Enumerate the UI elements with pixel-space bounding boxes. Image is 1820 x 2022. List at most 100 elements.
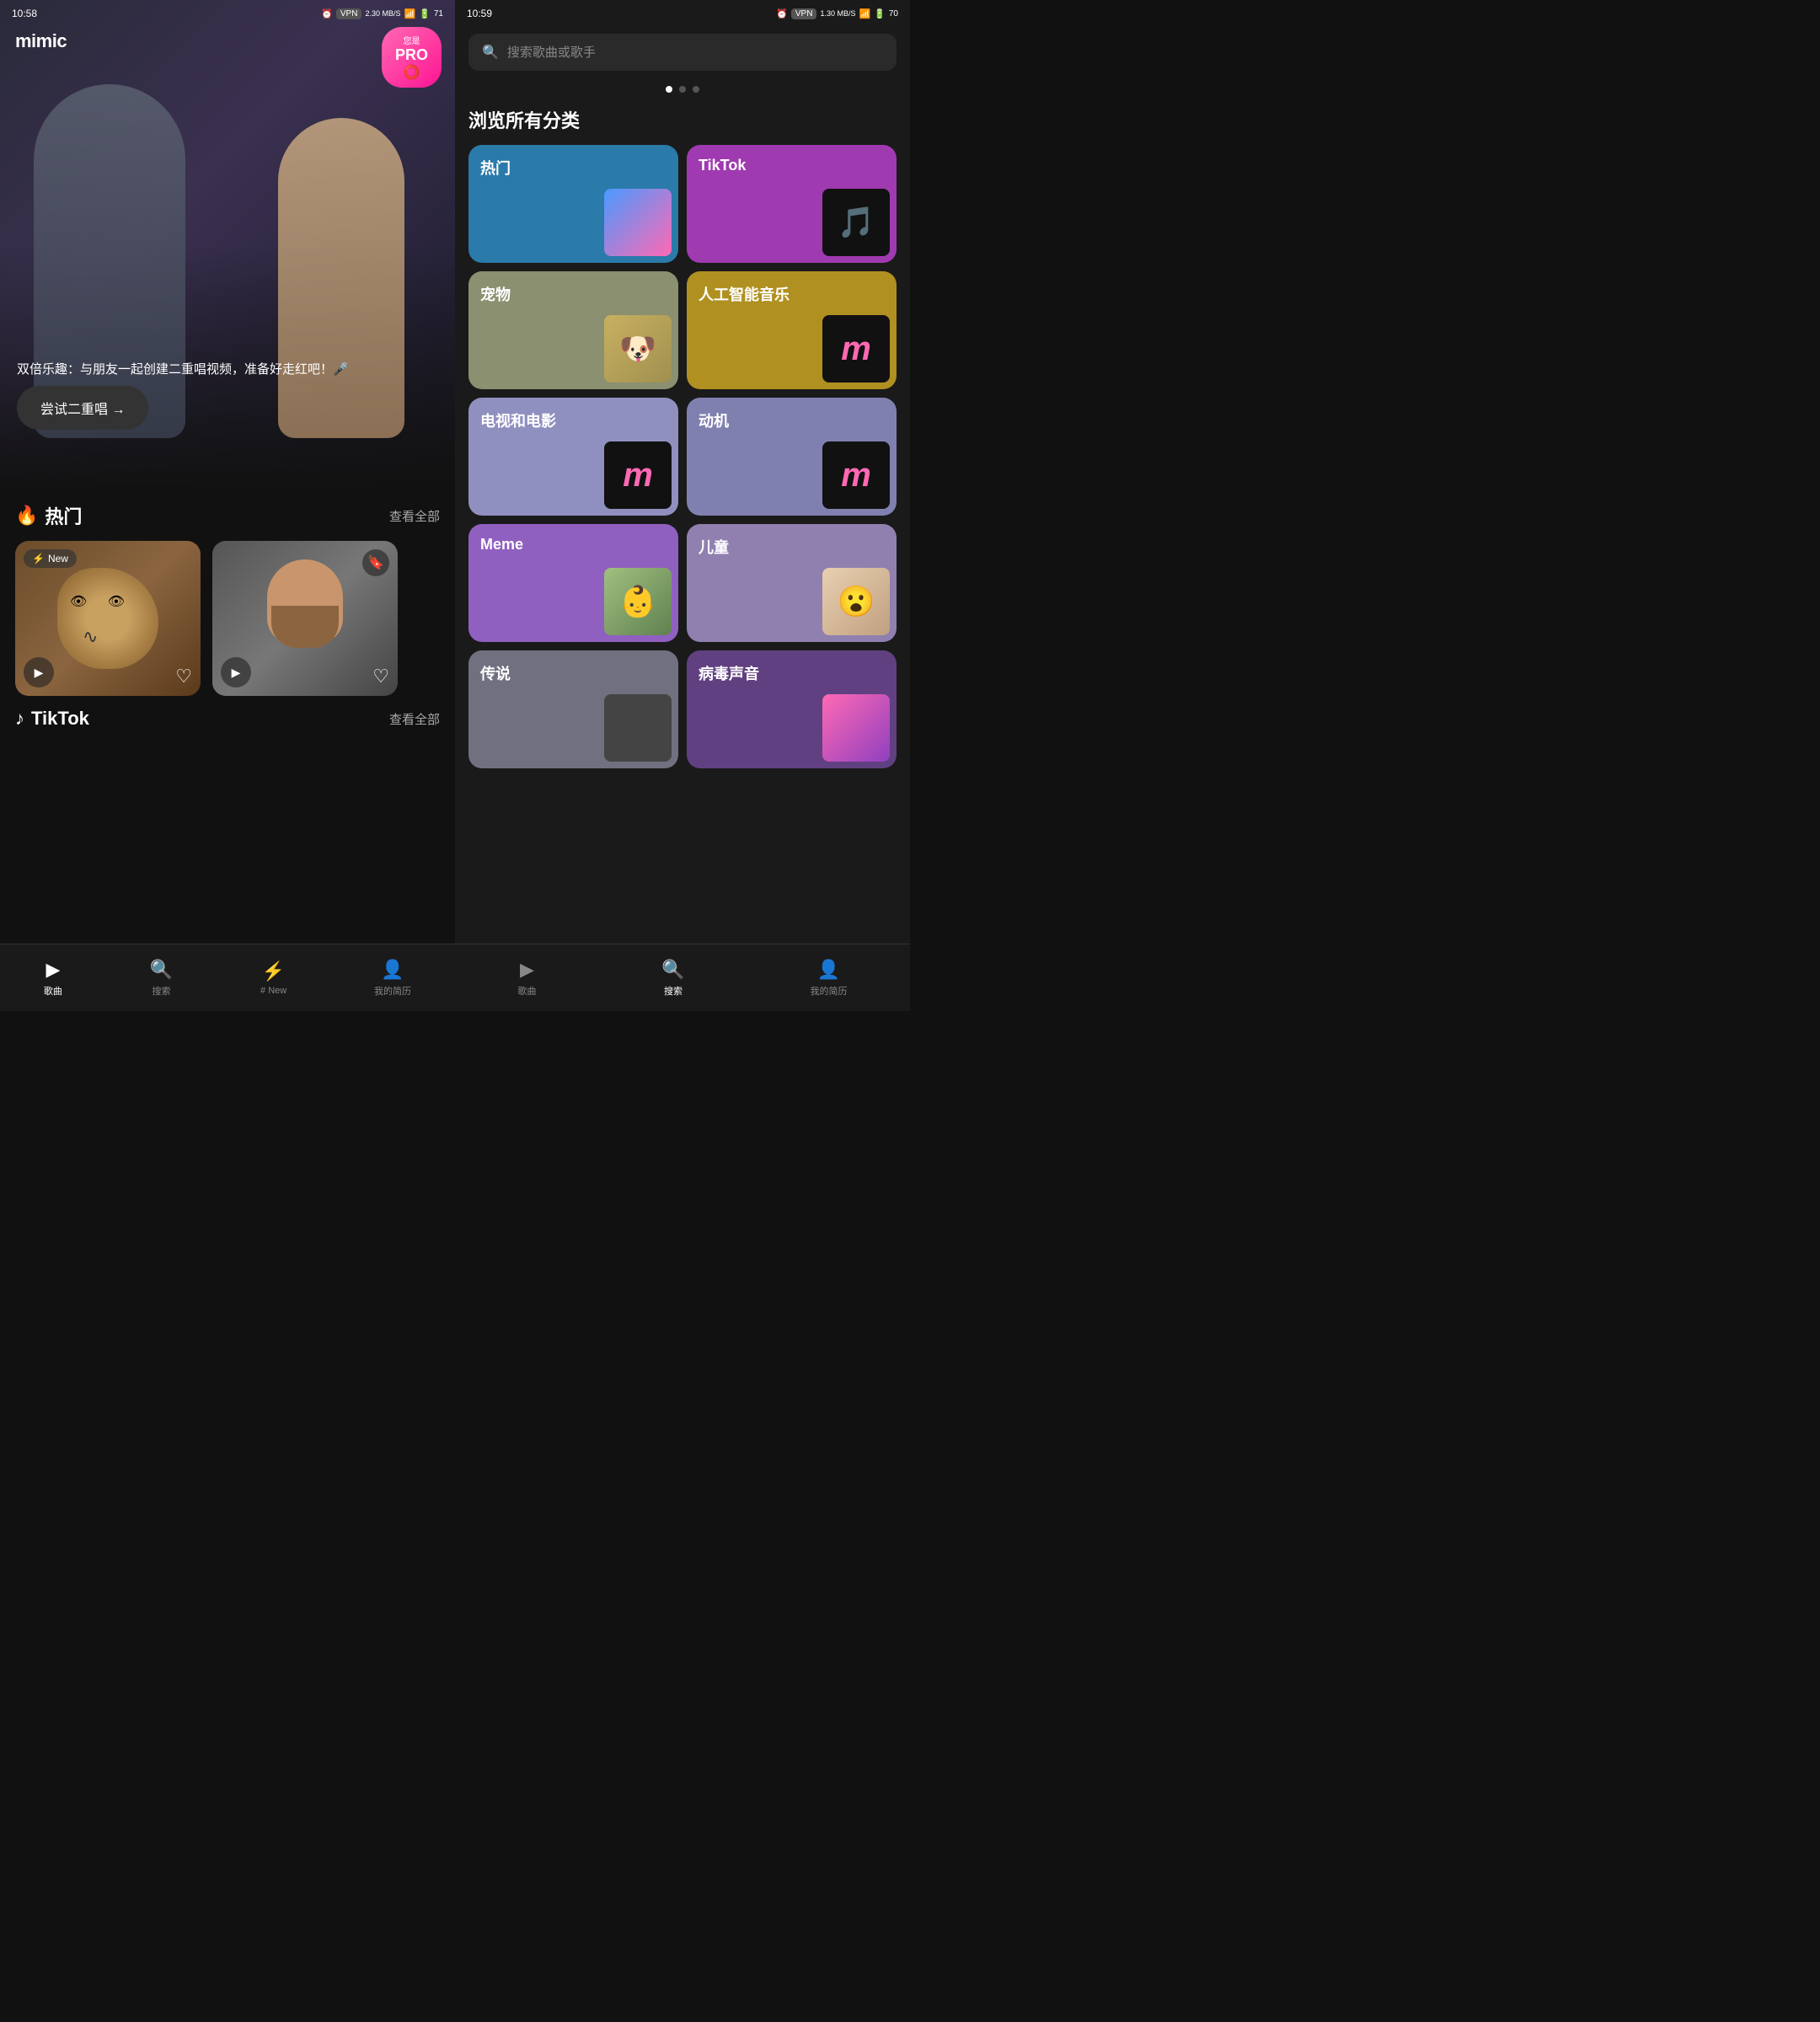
search-icon: 🔍 [482, 44, 499, 61]
cat-children-thumb: 😮 [822, 568, 890, 635]
cat-pet-thumb: 🐶 [604, 315, 672, 382]
heart-button[interactable]: ♡ [175, 666, 192, 687]
category-hot[interactable]: 热门 [468, 145, 678, 263]
motivation-m-logo: m [841, 457, 871, 495]
right-status-bar: 10:59 ⏰ VPN 1.30 MB/S 📶 🔋 70 [455, 0, 910, 27]
app-logo: mimic [15, 30, 67, 52]
pro-top-text: 您是 [403, 34, 420, 46]
signal-icon: 📶 [404, 8, 415, 19]
nav-songs[interactable]: ▶ 歌曲 [44, 959, 62, 998]
right-nav-profile-label: 我的简历 [811, 984, 848, 998]
dot-3 [693, 86, 699, 93]
hot-more-link[interactable]: 查看全部 [389, 507, 440, 525]
nav-search-label: 搜索 [152, 984, 170, 998]
man-beard [271, 606, 339, 648]
right-time: 10:59 [467, 8, 492, 19]
category-ai[interactable]: 人工智能音乐 m [687, 271, 897, 389]
category-viral[interactable]: 病毒声音 [687, 650, 897, 768]
cat-hot-thumb [604, 189, 672, 256]
new-nav-icon: ⚡ [262, 960, 285, 982]
duet-button[interactable]: 尝试二重唱 → [17, 386, 148, 430]
cat-viral-label: 病毒声音 [699, 662, 759, 684]
fire-icon: 🔥 [15, 505, 38, 527]
tiktok-section: ♪ TikTok 查看全部 [0, 696, 455, 730]
cat-movie-label: 电视和电影 [480, 409, 556, 431]
network-speed: 2.30 MB/S [365, 9, 400, 18]
tiktok-section-header: ♪ TikTok 查看全部 [15, 708, 440, 730]
hot-cards-row: ⚡ New ▶ ♡ Cotton Eye Joe Nugget [15, 541, 440, 696]
alarm-icon: ⏰ [321, 8, 333, 19]
cat-ai-thumb: m [822, 315, 890, 382]
cat-motivation-thumb: m [822, 441, 890, 509]
ai-m-logo: m [841, 330, 871, 368]
pro-label: PRO [395, 46, 428, 64]
heart-button-farting[interactable]: ♡ [372, 666, 389, 687]
dot-2 [679, 86, 686, 93]
bearded-man-character [259, 559, 351, 677]
right-search-icon: 🔍 [661, 959, 684, 981]
category-tiktok[interactable]: TikTok 🎵 [687, 145, 897, 263]
right-nav-songs-label: 歌曲 [517, 984, 536, 998]
music-note-icon: ♪ [15, 708, 24, 730]
play-button-farting[interactable]: ▶ [221, 657, 251, 687]
category-children[interactable]: 儿童 😮 [687, 524, 897, 642]
cat-movie-thumb: m [604, 441, 672, 509]
cat-legend-label: 传说 [480, 662, 511, 684]
cat-viral-thumb [822, 694, 890, 762]
right-nav-profile[interactable]: 👤 我的简历 [811, 959, 848, 998]
tiktok-more-link[interactable]: 查看全部 [389, 710, 440, 728]
hero-person-female [278, 118, 404, 438]
new-badge: ⚡ New [24, 549, 77, 568]
category-motivation[interactable]: 动机 m [687, 398, 897, 516]
right-signal-icon: 📶 [859, 8, 870, 19]
hero-person-male [34, 84, 185, 438]
left-panel: 10:58 ⏰ VPN 2.30 MB/S 📶 🔋 71 mimic 您是 PR… [0, 0, 455, 1011]
category-movie[interactable]: 电视和电影 m [468, 398, 678, 516]
man-head [267, 559, 343, 644]
left-status-bar: 10:58 ⏰ VPN 2.30 MB/S 📶 🔋 71 [0, 0, 455, 27]
search-bar[interactable]: 🔍 [468, 34, 897, 71]
battery-icon: 🔋 [419, 8, 431, 19]
nav-search[interactable]: 🔍 搜索 [150, 959, 173, 998]
play-button[interactable]: ▶ [24, 657, 54, 687]
nav-new[interactable]: ⚡ # New [260, 960, 286, 996]
nav-songs-label: 歌曲 [44, 984, 62, 998]
nav-profile-label: 我的简历 [374, 984, 411, 998]
category-pet[interactable]: 宠物 🐶 [468, 271, 678, 389]
battery-level: 71 [434, 9, 443, 19]
right-status-icons: ⏰ VPN 1.30 MB/S 📶 🔋 70 [776, 8, 898, 19]
right-profile-icon: 👤 [817, 959, 840, 981]
left-time: 10:58 [12, 8, 37, 19]
profile-nav-icon: 👤 [381, 959, 404, 981]
nugget-character [57, 568, 158, 669]
bookmark-button[interactable]: 🔖 [362, 549, 389, 576]
dots-indicator [455, 79, 910, 99]
cat-meme-label: Meme [480, 536, 523, 554]
right-nav-songs[interactable]: ▶ 歌曲 [517, 959, 536, 998]
right-songs-icon: ▶ [520, 959, 534, 981]
cat-hot-label: 热门 [480, 157, 511, 179]
cat-motivation-label: 动机 [699, 409, 729, 431]
right-nav-search[interactable]: 🔍 搜索 [661, 959, 684, 998]
right-alarm-icon: ⏰ [776, 8, 788, 19]
pro-badge[interactable]: 您是 PRO ⭕ [382, 27, 442, 88]
lightning-icon: ⚡ [32, 553, 45, 564]
left-bottom-nav: ▶ 歌曲 🔍 搜索 ⚡ # New 👤 我的简历 [0, 944, 455, 1011]
songs-icon: ▶ [46, 959, 60, 981]
nav-profile[interactable]: 👤 我的简历 [374, 959, 411, 998]
tiktok-logo-icon: 🎵 [838, 205, 875, 240]
dot-1 [666, 86, 672, 93]
song-card-cotton[interactable]: ⚡ New ▶ ♡ Cotton Eye Joe Nugget [15, 541, 201, 696]
category-legend[interactable]: 传说 [468, 650, 678, 768]
search-input[interactable] [507, 45, 883, 60]
song-card-farting[interactable]: 🔖 ▶ ♡ Farting [212, 541, 398, 696]
cat-children-label: 儿童 [699, 536, 729, 558]
vpn-badge: VPN [336, 8, 362, 19]
tiktok-section-title: ♪ TikTok [15, 708, 89, 730]
browse-title: 浏览所有分类 [455, 99, 910, 145]
nav-new-label: # New [260, 986, 286, 996]
category-meme[interactable]: Meme 👶 [468, 524, 678, 642]
right-bottom-nav: ▶ 歌曲 🔍 搜索 👤 我的简历 [455, 944, 910, 1011]
left-status-icons: ⏰ VPN 2.30 MB/S 📶 🔋 71 [321, 8, 443, 19]
cat-pet-label: 宠物 [480, 283, 511, 305]
